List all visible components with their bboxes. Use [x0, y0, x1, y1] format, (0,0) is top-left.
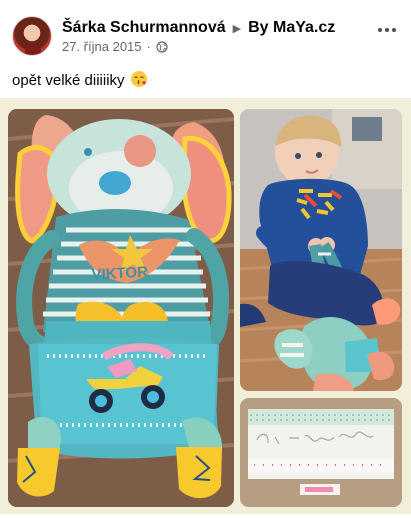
more-dots-icon — [378, 28, 382, 32]
photo-card[interactable] — [240, 398, 402, 507]
author-name[interactable]: Šárka Schurmannová — [62, 19, 226, 37]
more-options-button[interactable] — [375, 22, 399, 38]
target-page-link[interactable]: By MaYa.cz — [248, 19, 335, 37]
photo-boy-with-toy[interactable] — [240, 109, 402, 391]
more-dots-icon — [392, 28, 396, 32]
author-line: Šárka Schurmannová ▶ By MaYa.cz — [62, 18, 335, 38]
kissing-face-heart-emoji — [130, 70, 148, 88]
globe-icon — [156, 40, 168, 53]
post-text: opět velké diiiiiky — [12, 72, 125, 89]
photo-plush-dog-toy[interactable]: VIKTOR — [8, 109, 234, 507]
post-date[interactable]: 27. října 2015 — [62, 39, 142, 54]
post-message: opět velké diiiiiky — [12, 70, 148, 89]
meta-separator: · — [146, 39, 151, 54]
svg-text:VIKTOR: VIKTOR — [91, 264, 148, 284]
more-dots-icon — [385, 28, 389, 32]
post-meta: 27. října 2015 · — [62, 39, 168, 54]
photo-grid: VIKTOR — [0, 98, 411, 514]
post-header: Šárka Schurmannová ▶ By MaYa.cz 27. říjn… — [0, 0, 411, 64]
author-avatar[interactable] — [12, 16, 52, 56]
triangle-right-icon: ▶ — [232, 22, 242, 35]
